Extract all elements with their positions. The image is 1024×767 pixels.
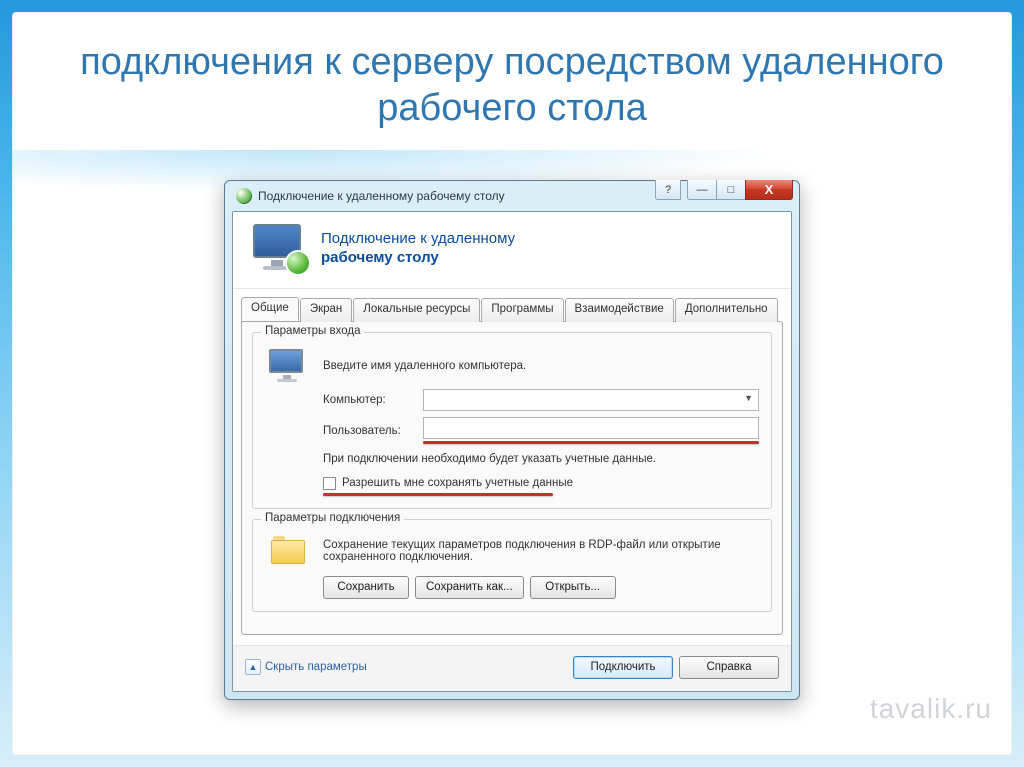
group-logon: Параметры входа Введите имя удаленного к…: [252, 332, 772, 509]
user-label: Пользователь:: [323, 425, 413, 437]
window-minimize-button[interactable]: —: [687, 180, 717, 200]
window-titlebar[interactable]: Подключение к удаленному рабочему столу …: [232, 181, 792, 211]
hide-options-link[interactable]: ▲ Скрыть параметры: [245, 659, 367, 675]
tab-display[interactable]: Экран: [300, 298, 352, 322]
rdp-window: Подключение к удаленному рабочему столу …: [224, 180, 800, 700]
user-field[interactable]: [423, 417, 759, 439]
save-credentials-label: Разрешить мне сохранять учетные данные: [342, 477, 573, 489]
slide-title: подключения к серверу посредством удален…: [12, 12, 1012, 143]
tab-experience[interactable]: Взаимодействие: [565, 298, 674, 322]
annotation-underline-user: [423, 441, 759, 444]
window-close-button[interactable]: X: [745, 180, 793, 200]
dialog-footer: ▲ Скрыть параметры Подключить Справка: [233, 645, 791, 691]
group-connection-title: Параметры подключения: [261, 512, 404, 524]
window-maximize-button[interactable]: □: [716, 180, 746, 200]
dialog-banner: Подключение к удаленному рабочему столу: [233, 212, 791, 289]
rdp-banner-icon: [249, 224, 307, 272]
connect-button[interactable]: Подключить: [573, 656, 673, 679]
tab-programs[interactable]: Программы: [481, 298, 563, 322]
tab-advanced[interactable]: Дополнительно: [675, 298, 778, 322]
window-help-button[interactable]: ?: [655, 180, 681, 200]
tab-general[interactable]: Общие: [241, 297, 299, 321]
help-button[interactable]: Справка: [679, 656, 779, 679]
chevron-up-icon: ▲: [245, 659, 261, 675]
save-as-button[interactable]: Сохранить как...: [415, 576, 524, 599]
group-logon-title: Параметры входа: [261, 325, 364, 337]
annotation-underline-savecreds: [323, 493, 553, 496]
credentials-note: При подключении необходимо будет указать…: [323, 452, 759, 467]
open-button[interactable]: Открыть...: [530, 576, 616, 599]
computer-icon: [269, 349, 309, 383]
tabstrip: Общие Экран Локальные ресурсы Программы …: [233, 289, 791, 321]
folder-icon: [271, 536, 307, 566]
computer-combobox[interactable]: [423, 389, 759, 411]
save-credentials-checkbox[interactable]: [323, 477, 336, 490]
group-connection: Параметры подключения Сохранение текущих…: [252, 519, 772, 612]
banner-text: Подключение к удаленному рабочему столу: [321, 229, 515, 268]
computer-label: Компьютер:: [323, 394, 413, 406]
rdp-app-icon: [236, 188, 252, 204]
tabpane-general: Параметры входа Введите имя удаленного к…: [241, 321, 783, 635]
logon-prompt: Введите имя удаленного компьютера.: [323, 360, 526, 372]
save-button[interactable]: Сохранить: [323, 576, 409, 599]
watermark: tavalik.ru: [870, 693, 992, 725]
tab-local-resources[interactable]: Локальные ресурсы: [353, 298, 480, 322]
connection-desc: Сохранение текущих параметров подключени…: [323, 539, 759, 563]
